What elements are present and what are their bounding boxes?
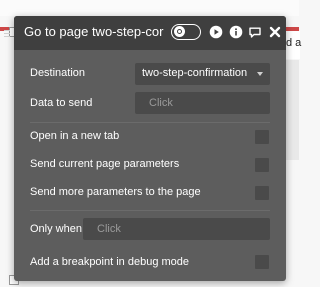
panel-title: Go to page two-step-cor bbox=[24, 24, 164, 39]
info-icon[interactable] bbox=[229, 25, 243, 39]
data-to-send-input[interactable]: Click bbox=[135, 92, 270, 114]
close-icon[interactable] bbox=[268, 25, 282, 39]
action-property-panel: Go to page two-step-cor Destination two-… bbox=[4, 16, 286, 281]
panel-header[interactable]: Go to page two-step-cor bbox=[4, 16, 286, 50]
canvas-top bbox=[0, 0, 299, 16]
drag-handle-icon[interactable] bbox=[4, 30, 14, 38]
destination-label: Destination bbox=[30, 67, 86, 79]
send-params-label: Send current page parameters bbox=[30, 158, 180, 170]
only-when-label: Only when bbox=[30, 223, 82, 235]
send-params-checkbox[interactable] bbox=[255, 158, 269, 172]
chevron-down-icon bbox=[257, 72, 263, 76]
destination-value: two-step-confirmation bbox=[142, 67, 248, 79]
comment-icon[interactable] bbox=[248, 25, 262, 39]
section-divider bbox=[30, 210, 270, 211]
section-divider bbox=[30, 122, 270, 123]
breakpoint-label: Add a breakpoint in debug mode bbox=[30, 256, 190, 268]
play-icon[interactable] bbox=[209, 25, 223, 39]
breakpoint-checkbox[interactable] bbox=[255, 255, 269, 269]
send-more-params-label: Send more parameters to the page bbox=[30, 186, 201, 198]
data-to-send-label: Data to send bbox=[30, 97, 93, 109]
open-new-tab-label: Open in a new tab bbox=[30, 130, 120, 142]
send-more-params-checkbox[interactable] bbox=[255, 186, 269, 200]
toggle-knob-icon bbox=[174, 26, 185, 37]
destination-dropdown[interactable]: two-step-confirmation bbox=[135, 63, 270, 85]
canvas-sidebar bbox=[284, 60, 299, 160]
data-to-send-placeholder: Click bbox=[149, 97, 173, 109]
only-when-placeholder: Click bbox=[97, 223, 121, 235]
canvas-element-text: d a bbox=[286, 37, 302, 49]
debug-toggle[interactable] bbox=[171, 24, 201, 40]
only-when-input[interactable]: Click bbox=[83, 218, 270, 240]
open-new-tab-checkbox[interactable] bbox=[255, 130, 269, 144]
